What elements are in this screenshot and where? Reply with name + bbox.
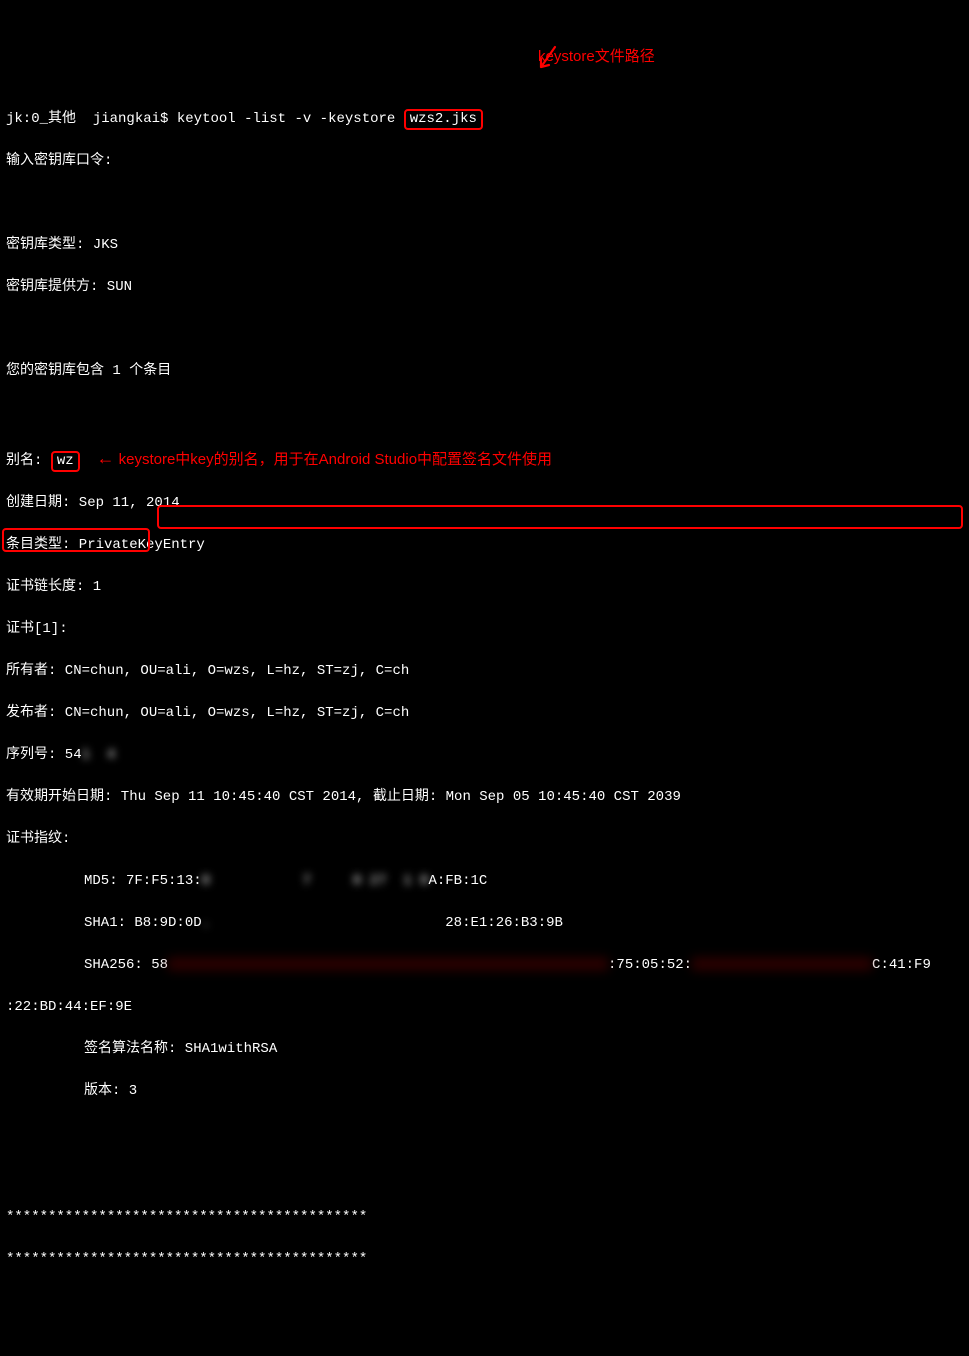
- cert-fingerprints-line: 证书指纹:: [6, 829, 963, 850]
- alias-annotation: keystore中key的别名，用于在Android Studio中配置签名文件…: [119, 451, 552, 468]
- blank-line-5: [6, 1165, 963, 1186]
- keystore-type-line: 密钥库类型: JKS: [6, 235, 963, 256]
- prompt-command: keytool -list -v -keystore: [177, 111, 404, 127]
- blank-line-2: [6, 319, 963, 340]
- separator-line-2: ****************************************…: [6, 1249, 963, 1270]
- sha256-line: SHA256: 58 :75:05:52: C:41:F9: [84, 955, 963, 976]
- keystore-path-annotation: keystore文件路径: [538, 46, 655, 69]
- cert-chain-length-line: 证书链长度: 1: [6, 577, 963, 598]
- validity-line: 有效期开始日期: Thu Sep 11 10:45:40 CST 2014, 截…: [6, 787, 963, 808]
- prompt-session: jk:0_其他: [6, 111, 76, 127]
- version-line: 版本: 3: [84, 1081, 963, 1102]
- serial-hidden: 1 4: [82, 745, 116, 766]
- alias-value: wz: [57, 453, 74, 469]
- md5-suffix: A:FB:1C: [428, 873, 487, 889]
- sha256-mid: :75:05:52:: [608, 957, 692, 973]
- cert-index-line: 证书[1]:: [6, 619, 963, 640]
- sig-algorithm-line: 签名算法名称: SHA1withRSA: [84, 1039, 963, 1060]
- sha256-hidden-1: [168, 957, 608, 971]
- alias-value-box: wz: [51, 451, 80, 472]
- alias-label: 别名:: [6, 453, 51, 469]
- terminal-output: jk:0_其他 jiangkai$ keytool -list -v -keys…: [6, 88, 963, 1291]
- serial-line: 序列号: 541 4: [6, 745, 963, 766]
- separator-line: ****************************************…: [6, 1207, 963, 1228]
- blank-line-4: [6, 1123, 963, 1144]
- sha256-hidden-2: [692, 957, 872, 971]
- keystore-file: wzs2.jks: [410, 111, 477, 127]
- sha256-end: C:41:F9: [872, 957, 931, 973]
- arrow-left-icon: ← keystore中key的别名，用于在Android Studio中配置签名…: [96, 451, 552, 468]
- md5-prefix: MD5: 7F:F5:13:: [84, 873, 202, 889]
- keystore-provider-line: 密钥库提供方: SUN: [6, 277, 963, 298]
- enter-password-line: 输入密钥库口令:: [6, 151, 963, 172]
- md5-line: MD5: 7F:F5:13:0 7 8 27 1 0A:FB:1C: [84, 871, 963, 892]
- keystore-file-box: wzs2.jks: [404, 109, 483, 130]
- issuer-line: 发布者: CN=chun, OU=ali, O=wzs, L=hz, ST=zj…: [6, 703, 963, 724]
- sha1-hidden: .: [202, 913, 437, 934]
- sha1-suffix: 28:E1:26:B3:9B: [445, 915, 563, 931]
- blank-line: [6, 193, 963, 214]
- sha256-highlight-box-1: [157, 505, 963, 529]
- blank-line-3: [6, 403, 963, 424]
- sha256-start: 58: [151, 957, 168, 973]
- prompt-line: jk:0_其他 jiangkai$ keytool -list -v -keys…: [6, 109, 963, 130]
- alias-line: 别名: wz ← keystore中key的别名，用于在Android Stud…: [6, 445, 963, 472]
- sha256-highlight-box-2: [2, 528, 150, 552]
- sha1-line: SHA1: B8:9D:0D. 28:E1:26:B3:9B: [84, 913, 963, 934]
- owner-line: 所有者: CN=chun, OU=ali, O=wzs, L=hz, ST=zj…: [6, 661, 963, 682]
- entry-count-line: 您的密钥库包含 1 个条目: [6, 361, 963, 382]
- sha1-prefix: SHA1: B8:9D:0D: [84, 915, 202, 931]
- sha256-wrap-line: :22:BD:44:EF:9E: [6, 997, 963, 1018]
- sha256-prefix: SHA256:: [84, 957, 151, 973]
- prompt-user: jiangkai$: [93, 111, 169, 127]
- serial-prefix: 序列号: 54: [6, 747, 82, 763]
- md5-hidden: 0 7 8 27 1 0: [202, 871, 429, 892]
